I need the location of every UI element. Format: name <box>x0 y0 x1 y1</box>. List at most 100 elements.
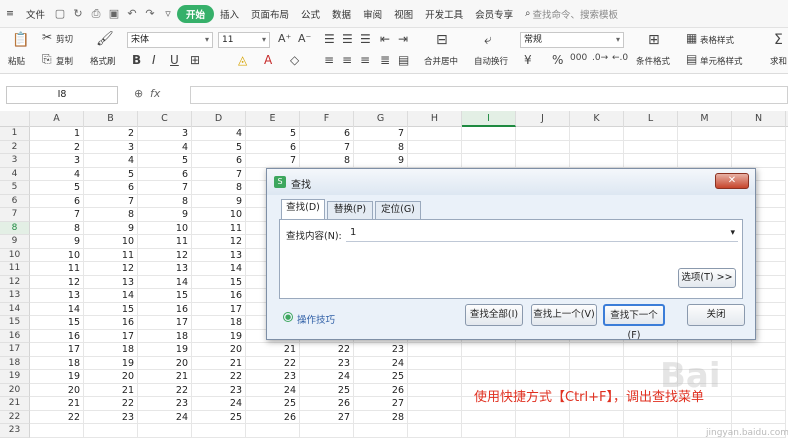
cell-D9[interactable]: 12 <box>192 235 246 249</box>
cell-K23[interactable] <box>570 424 624 438</box>
cell-F18[interactable]: 23 <box>300 356 354 370</box>
cell-B11[interactable]: 12 <box>84 262 138 276</box>
cell-F17[interactable]: 22 <box>300 343 354 357</box>
cell-D11[interactable]: 14 <box>192 262 246 276</box>
indent-increase-icon[interactable]: ⇥ <box>398 32 408 46</box>
cell-D14[interactable]: 17 <box>192 302 246 316</box>
cell-C10[interactable]: 12 <box>138 248 192 262</box>
fill-color-icon[interactable]: ◬ <box>238 53 247 67</box>
grow-font-icon[interactable]: A⁺ <box>278 32 291 45</box>
cell-B15[interactable]: 16 <box>84 316 138 330</box>
column-header-J[interactable]: J <box>516 111 570 127</box>
cell-C4[interactable]: 6 <box>138 167 192 181</box>
cell-A22[interactable]: 22 <box>30 410 84 424</box>
cell-B3[interactable]: 4 <box>84 154 138 168</box>
row-header-19[interactable]: 19 <box>0 370 30 384</box>
cell-B16[interactable]: 17 <box>84 329 138 343</box>
options-button[interactable]: 选项(T) >> <box>678 268 736 288</box>
merge-center-button[interactable]: 合并居中 <box>424 55 458 67</box>
cell-M17[interactable] <box>678 343 732 357</box>
cell-A13[interactable]: 13 <box>30 289 84 303</box>
cell-H18[interactable] <box>408 356 462 370</box>
cell-D21[interactable]: 24 <box>192 397 246 411</box>
cell-A19[interactable]: 19 <box>30 370 84 384</box>
cell-N22[interactable] <box>732 410 786 424</box>
search-command[interactable]: 查找命令、搜索模板 <box>532 7 624 21</box>
cell-L2[interactable] <box>624 140 678 154</box>
format-painter-icon[interactable]: 🖌 <box>96 31 114 47</box>
align-center-icon[interactable]: ≡ <box>342 53 352 67</box>
column-header-A[interactable]: A <box>30 111 84 127</box>
cell-I17[interactable] <box>462 343 516 357</box>
row-header-7[interactable]: 7 <box>0 208 30 222</box>
cell-B23[interactable] <box>84 424 138 438</box>
cell-L3[interactable] <box>624 154 678 168</box>
justify-icon[interactable]: ≣ <box>380 53 390 67</box>
cell-I18[interactable] <box>462 356 516 370</box>
cell-D16[interactable]: 19 <box>192 329 246 343</box>
column-header-L[interactable]: L <box>624 111 678 127</box>
cell-D15[interactable]: 18 <box>192 316 246 330</box>
cell-M1[interactable] <box>678 127 732 141</box>
cell-J22[interactable] <box>516 410 570 424</box>
align-left-icon[interactable]: ≡ <box>324 53 334 67</box>
cell-F23[interactable] <box>300 424 354 438</box>
cell-C6[interactable]: 8 <box>138 194 192 208</box>
cell-G18[interactable]: 24 <box>354 356 408 370</box>
align-bottom-icon[interactable]: ☰ <box>360 32 371 46</box>
cell-L23[interactable] <box>624 424 678 438</box>
shrink-font-icon[interactable]: A⁻ <box>298 32 311 45</box>
cell-B7[interactable]: 8 <box>84 208 138 222</box>
copy-button[interactable]: 复制 <box>56 55 73 67</box>
name-box[interactable]: I8 <box>6 86 118 104</box>
cell-A10[interactable]: 10 <box>30 248 84 262</box>
cell-D7[interactable]: 10 <box>192 208 246 222</box>
cell-L22[interactable] <box>624 410 678 424</box>
find-all-button[interactable]: 查找全部(I) <box>465 304 523 326</box>
cell-F2[interactable]: 7 <box>300 140 354 154</box>
auto-wrap-icon[interactable]: ⤶ <box>484 32 492 48</box>
cell-H1[interactable] <box>408 127 462 141</box>
tips-link[interactable]: ● 操作技巧 <box>283 312 335 326</box>
cell-H17[interactable] <box>408 343 462 357</box>
cell-A16[interactable]: 16 <box>30 329 84 343</box>
zoom-icon[interactable]: ⊕ <box>134 87 143 100</box>
cell-G19[interactable]: 25 <box>354 370 408 384</box>
cell-A14[interactable]: 14 <box>30 302 84 316</box>
font-color-icon[interactable]: A <box>264 53 272 67</box>
cell-D23[interactable] <box>192 424 246 438</box>
column-header-D[interactable]: D <box>192 111 246 127</box>
cell-G23[interactable] <box>354 424 408 438</box>
thousands-icon[interactable]: 000 <box>570 53 587 63</box>
cell-M22[interactable] <box>678 410 732 424</box>
bold-icon[interactable]: B <box>132 53 141 67</box>
column-header-E[interactable]: E <box>246 111 300 127</box>
cell-B9[interactable]: 10 <box>84 235 138 249</box>
row-header-12[interactable]: 12 <box>0 275 30 289</box>
cell-N1[interactable] <box>732 127 786 141</box>
cell-G21[interactable]: 27 <box>354 397 408 411</box>
cell-E18[interactable]: 22 <box>246 356 300 370</box>
cell-A5[interactable]: 5 <box>30 181 84 195</box>
cell-C23[interactable] <box>138 424 192 438</box>
cell-B12[interactable]: 13 <box>84 275 138 289</box>
distributed-icon[interactable]: ▤ <box>398 53 409 67</box>
cell-B18[interactable]: 19 <box>84 356 138 370</box>
cell-F19[interactable]: 24 <box>300 370 354 384</box>
row-header-20[interactable]: 20 <box>0 383 30 397</box>
cell-A18[interactable]: 18 <box>30 356 84 370</box>
cell-C3[interactable]: 5 <box>138 154 192 168</box>
tab-review[interactable]: 审阅 <box>357 7 388 21</box>
tab-formula[interactable]: 公式 <box>295 7 326 21</box>
conditional-format-button[interactable]: 条件格式 <box>636 55 670 67</box>
cell-E22[interactable]: 26 <box>246 410 300 424</box>
cell-D3[interactable]: 6 <box>192 154 246 168</box>
tab-replace[interactable]: 替换(P) <box>327 201 373 219</box>
row-header-14[interactable]: 14 <box>0 302 30 316</box>
cell-J18[interactable] <box>516 356 570 370</box>
cell-style-icon[interactable]: ▤ <box>686 52 697 66</box>
cell-I1[interactable] <box>462 127 516 141</box>
cell-K19[interactable] <box>570 370 624 384</box>
cell-A23[interactable] <box>30 424 84 438</box>
row-header-18[interactable]: 18 <box>0 356 30 370</box>
